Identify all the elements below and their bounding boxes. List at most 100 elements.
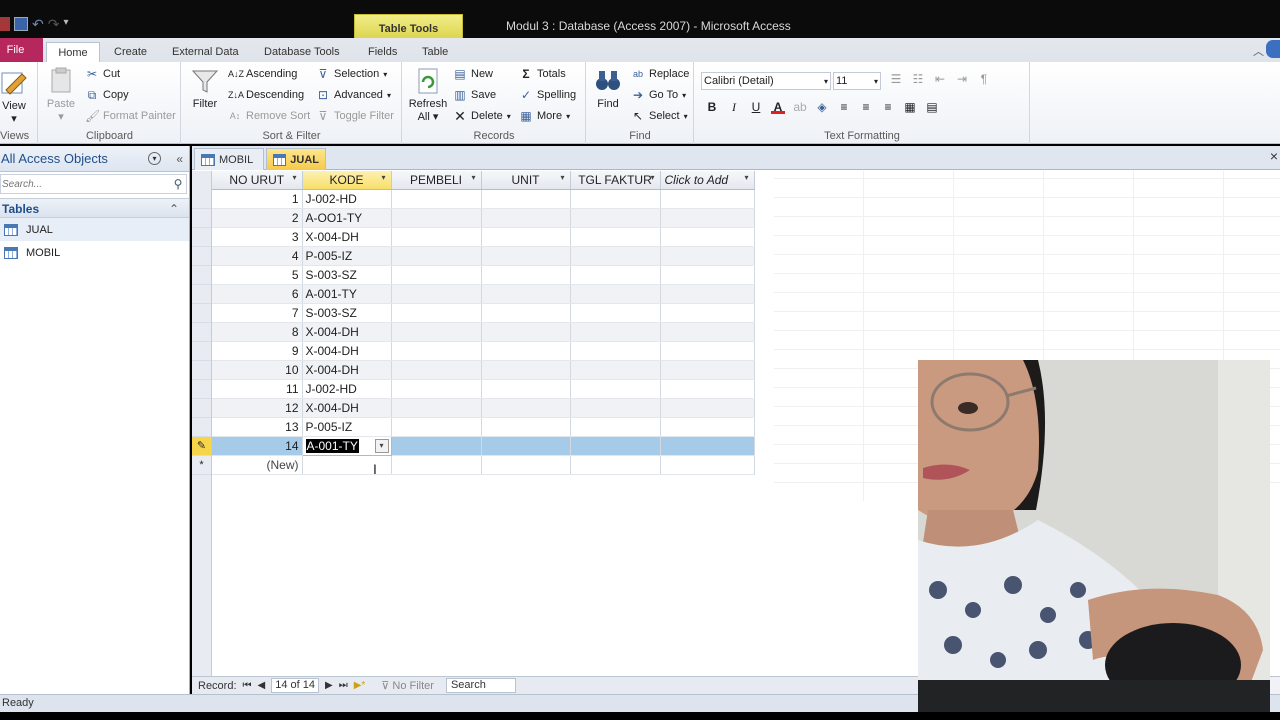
cell-unit[interactable]	[481, 227, 571, 247]
cell-kode[interactable]: P-005-IZ	[302, 417, 392, 437]
cell-kode[interactable]: J-002-HD	[302, 379, 392, 399]
cell-kode[interactable]: X-004-DH	[302, 398, 392, 418]
cell-pembeli[interactable]	[391, 360, 482, 380]
record-selector[interactable]	[192, 209, 211, 228]
cell-click-to-add[interactable]	[660, 284, 755, 304]
more-button[interactable]: ▦ More ▾	[519, 109, 570, 123]
cell-tgl-faktur[interactable]	[570, 417, 661, 437]
cell-tgl-faktur[interactable]	[570, 227, 661, 247]
new-record-nav-icon[interactable]: ▶*	[354, 680, 366, 691]
paragraph-direction-icon[interactable]: ¶	[977, 72, 991, 86]
spelling-button[interactable]: ✓ Spelling	[519, 88, 576, 102]
tab-database-tools[interactable]: Database Tools	[264, 42, 340, 62]
cell-kode[interactable]: A-OO1-TY	[302, 208, 392, 228]
last-record-icon[interactable]: ⏭	[339, 680, 348, 691]
tab-file[interactable]: File	[0, 38, 43, 62]
cell-click-to-add[interactable]	[660, 322, 755, 342]
new-record-label[interactable]: (New)	[212, 455, 303, 475]
cell-no-urut[interactable]: 8	[212, 322, 303, 342]
search-icon[interactable]: ⚲	[170, 177, 186, 191]
cell-tgl-faktur[interactable]	[570, 341, 661, 361]
italic-button[interactable]: I	[727, 100, 741, 114]
cell-tgl-faktur[interactable]	[570, 436, 661, 456]
new-record-button[interactable]: ▤ New	[453, 67, 493, 81]
table-row[interactable]: 4 P-005-IZ	[212, 246, 755, 266]
refresh-all-button[interactable]: Refresh All ▾	[407, 66, 449, 123]
cell-unit[interactable]	[481, 322, 571, 342]
tab-external-data[interactable]: External Data	[172, 42, 239, 62]
table-row[interactable]: 1 J-002-HD	[212, 189, 755, 209]
table-row[interactable]: 3 X-004-DH	[212, 227, 755, 247]
cell-kode[interactable]: S-003-SZ	[302, 303, 392, 323]
cell-unit[interactable]	[481, 208, 571, 228]
cell-no-urut[interactable]: 5	[212, 265, 303, 285]
cell-click-to-add[interactable]	[660, 417, 755, 437]
table-row[interactable]: 9 X-004-DH	[212, 341, 755, 361]
help-icon[interactable]	[1266, 40, 1280, 58]
cell-kode[interactable]: J-002-HD	[302, 189, 392, 209]
record-selector[interactable]	[192, 399, 211, 418]
font-name-combobox[interactable]: Calibri (Detail) ▾	[701, 72, 831, 90]
column-header-pembeli[interactable]: PEMBELI ▾	[391, 171, 482, 190]
cell-tgl-faktur[interactable]	[570, 246, 661, 266]
nav-search-input[interactable]	[1, 175, 170, 193]
underline-button[interactable]: U	[749, 100, 763, 114]
shutter-bar-close-icon[interactable]: «	[176, 146, 183, 172]
fill-color-icon[interactable]: ◈	[815, 100, 829, 114]
doc-tab-jual[interactable]: JUAL	[266, 148, 326, 170]
column-header-tgl-faktur[interactable]: TGL FAKTUR ▾	[570, 171, 661, 190]
chevron-down-icon[interactable]: ▾	[381, 173, 385, 182]
cell-kode[interactable]: A-001-TY	[302, 284, 392, 304]
cell-tgl-faktur[interactable]	[570, 208, 661, 228]
totals-button[interactable]: Σ Totals	[519, 67, 565, 81]
toggle-filter-button[interactable]: ⊽ Toggle Filter	[316, 109, 394, 123]
undo-icon[interactable]: ↶	[32, 17, 44, 31]
cell-kode[interactable]: A-001-TY ▾	[301, 435, 392, 456]
cell-pembeli[interactable]	[391, 284, 482, 304]
record-selector[interactable]	[192, 380, 211, 399]
view-button[interactable]: View ▾	[0, 68, 28, 125]
first-record-icon[interactable]: ⏮	[243, 680, 252, 691]
bullets-icon[interactable]: ☰	[889, 72, 903, 86]
goto-button[interactable]: ➔ Go To ▾	[631, 88, 686, 102]
decrease-indent-icon[interactable]: ⇤	[933, 72, 947, 86]
lookup-dropdown-icon[interactable]: ▾	[374, 438, 389, 453]
next-record-icon[interactable]: ▶	[325, 680, 333, 691]
tab-fields[interactable]: Fields	[368, 42, 397, 62]
cell-no-urut[interactable]: 3	[212, 227, 303, 247]
cell-no-urut[interactable]: 14	[212, 436, 303, 456]
cell-pembeli[interactable]	[391, 265, 482, 285]
cell-kode[interactable]: X-004-DH	[302, 360, 392, 380]
format-painter-button[interactable]: 🖌 Format Painter	[85, 109, 176, 123]
table-row[interactable]: 12 X-004-DH	[212, 398, 755, 418]
align-right-icon[interactable]: ≡	[881, 100, 895, 114]
record-selector[interactable]	[192, 323, 211, 342]
table-row[interactable]: 7 S-003-SZ	[212, 303, 755, 323]
table-row[interactable]: 6 A-001-TY	[212, 284, 755, 304]
new-record-row[interactable]: (New)	[212, 455, 755, 475]
cell-tgl-faktur[interactable]	[570, 265, 661, 285]
cell-click-to-add[interactable]	[660, 379, 755, 399]
cell-unit[interactable]	[481, 265, 571, 285]
cell-pembeli[interactable]	[391, 227, 482, 247]
table-row[interactable]: 10 X-004-DH	[212, 360, 755, 380]
chevron-down-icon[interactable]: ▾	[560, 173, 564, 182]
cell-click-to-add[interactable]	[660, 341, 755, 361]
paste-button[interactable]: Paste ▾	[45, 66, 77, 123]
cell-unit[interactable]	[481, 379, 571, 399]
select-button[interactable]: ↖ Select ▾	[631, 109, 688, 123]
column-header-click-to-add[interactable]: Click to Add ▾	[660, 171, 755, 190]
record-selector[interactable]	[192, 266, 211, 285]
record-selector[interactable]	[192, 190, 211, 209]
access-logo-icon[interactable]	[0, 17, 10, 31]
save-icon[interactable]	[14, 17, 28, 31]
new-record-cell[interactable]	[660, 455, 755, 475]
cell-no-urut[interactable]: 13	[212, 417, 303, 437]
cell-tgl-faktur[interactable]	[570, 284, 661, 304]
copy-button[interactable]: ⧉ Copy	[85, 88, 129, 102]
remove-sort-button[interactable]: A↕ Remove Sort	[228, 109, 310, 123]
cell-pembeli[interactable]	[391, 303, 482, 323]
cell-pembeli[interactable]	[391, 208, 482, 228]
save-record-button[interactable]: ▥ Save	[453, 88, 496, 102]
cell-unit[interactable]	[481, 417, 571, 437]
